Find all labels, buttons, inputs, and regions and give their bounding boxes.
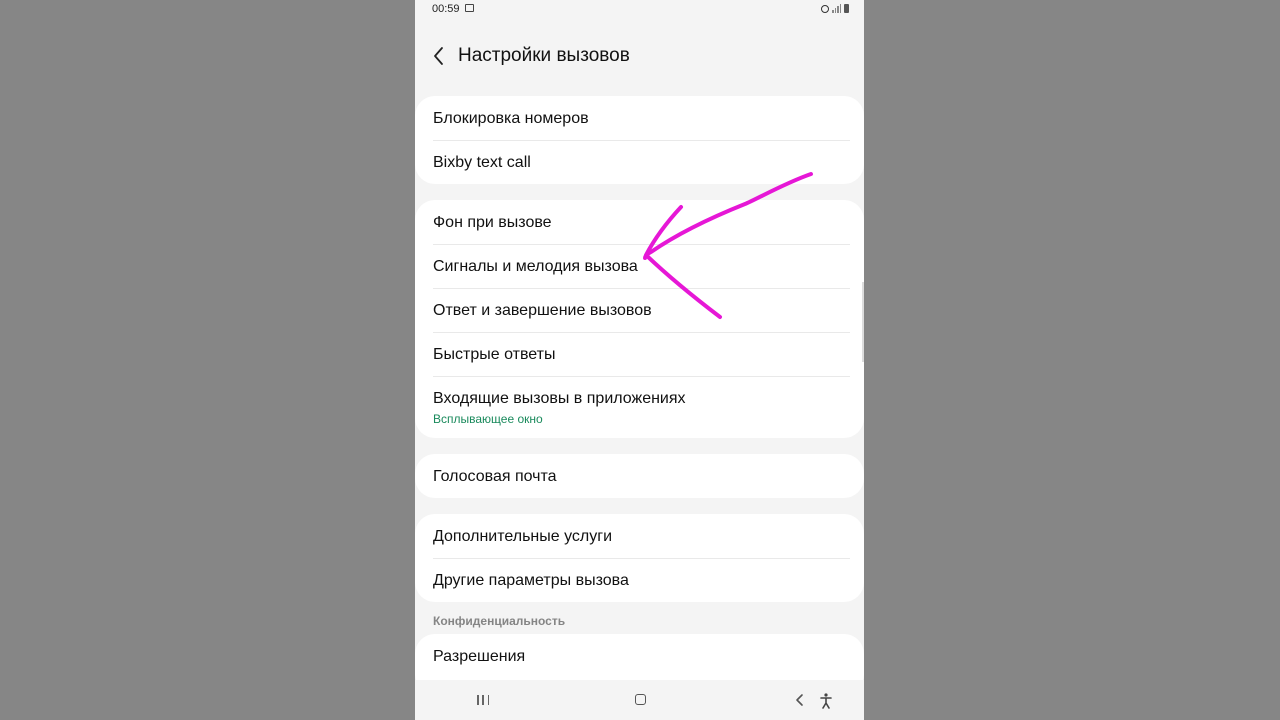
divider <box>433 244 850 245</box>
settings-card-services: Дополнительные услуги Другие параметры в… <box>415 514 864 602</box>
divider <box>433 140 850 141</box>
navigation-bar <box>415 680 864 720</box>
signal-icon <box>832 4 841 13</box>
list-item-incoming-calls-apps[interactable]: Входящие вызовы в приложениях <box>433 390 686 408</box>
section-header-privacy: Конфиденциальность <box>433 614 566 628</box>
settings-card-call: Фон при вызове Сигналы и мелодия вызова … <box>415 200 864 438</box>
list-item-answer-end-calls[interactable]: Ответ и завершение вызовов <box>433 302 652 320</box>
list-item-block-numbers[interactable]: Блокировка номеров <box>433 110 589 128</box>
divider <box>433 332 850 333</box>
accessibility-icon[interactable] <box>818 692 834 709</box>
list-item-call-background[interactable]: Фон при вызове <box>433 214 552 232</box>
divider <box>433 376 850 377</box>
phone-screen: 00:59 Настройки вызовов Блокировка номер… <box>415 0 864 720</box>
battery-icon <box>844 4 849 13</box>
status-time: 00:59 <box>432 3 460 15</box>
list-item-voicemail[interactable]: Голосовая почта <box>433 468 557 486</box>
alarm-icon <box>821 4 829 13</box>
divider <box>433 558 850 559</box>
home-icon[interactable] <box>635 694 646 705</box>
scrollbar[interactable] <box>862 282 864 362</box>
list-item-quick-replies[interactable]: Быстрые ответы <box>433 346 555 364</box>
page-title: Настройки вызовов <box>458 45 630 66</box>
recents-icon[interactable] <box>477 695 489 705</box>
back-arrow-icon[interactable] <box>429 42 449 70</box>
settings-card-blocking: Блокировка номеров Bixby text call <box>415 96 864 184</box>
list-item-supplementary-services[interactable]: Дополнительные услуги <box>433 528 612 546</box>
status-bar: 00:59 <box>415 0 864 20</box>
list-item-bixby-text-call[interactable]: Bixby text call <box>433 154 531 172</box>
list-item-subtext: Всплывающее окно <box>433 412 543 426</box>
header: Настройки вызовов <box>415 36 864 76</box>
divider <box>433 288 850 289</box>
nav-back-icon[interactable] <box>794 692 806 708</box>
list-item-permissions[interactable]: Разрешения <box>433 648 525 666</box>
screenshot-icon <box>465 4 474 12</box>
status-icons <box>821 4 849 13</box>
settings-card-voicemail: Голосовая почта <box>415 454 864 498</box>
list-item-other-call-settings[interactable]: Другие параметры вызова <box>433 572 629 590</box>
list-item-ringtones[interactable]: Сигналы и мелодия вызова <box>433 258 638 276</box>
